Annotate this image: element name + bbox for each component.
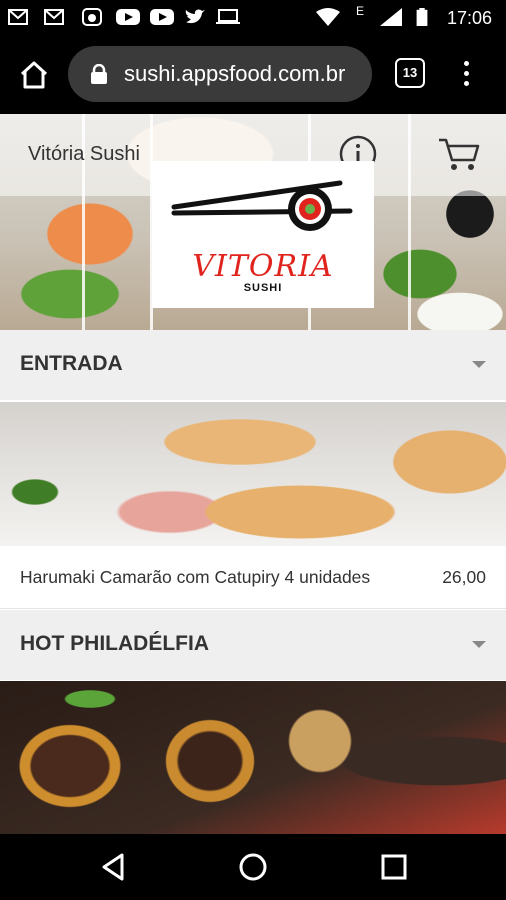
recents-icon[interactable]	[378, 851, 410, 883]
battery-icon	[416, 8, 428, 26]
category-header-entrada[interactable]: ENTRADA	[0, 330, 506, 400]
gmail-icon	[44, 9, 64, 25]
home-nav-icon[interactable]	[237, 851, 269, 883]
tab-switcher-button[interactable]: 13	[395, 58, 425, 88]
laptop-icon	[216, 9, 240, 24]
system-navigation-bar	[0, 834, 506, 900]
lock-icon	[91, 64, 107, 84]
store-name: Vitória Sushi	[28, 143, 140, 165]
twitter-icon	[185, 9, 205, 24]
category-title: ENTRADA	[20, 352, 123, 375]
signal-icon	[380, 8, 402, 26]
product-name: Harumaki Camarão com Catupiry 4 unidades	[20, 567, 371, 587]
chopsticks-sushi-logo-icon	[171, 180, 353, 231]
category-header-hot-philadelfia[interactable]: HOT PHILADÉLFIA	[0, 610, 506, 680]
youtube-icon	[116, 9, 140, 25]
product-price: 26,00	[442, 567, 486, 587]
logo-text: VITORIA	[192, 249, 334, 284]
product-item[interactable]: Harumaki Camarão com Catupiry 4 unidades…	[0, 546, 506, 609]
status-bar: E 17:06	[0, 0, 506, 36]
store-logo: VITORIA SUSHI	[152, 161, 374, 308]
wifi-icon	[316, 8, 340, 26]
back-icon[interactable]	[98, 851, 130, 883]
cart-icon[interactable]	[436, 134, 480, 174]
network-type: E	[356, 4, 365, 18]
youtube-icon	[150, 9, 174, 25]
hero-banner: Vitória Sushi VITORIA SUSHI	[0, 114, 506, 330]
logo-subtext: SUSHI	[243, 282, 283, 294]
photo-icon	[82, 8, 102, 26]
chevron-down-icon	[472, 641, 486, 648]
home-icon[interactable]	[14, 56, 54, 94]
url-text: sushi.appsfood.com.br	[124, 61, 346, 86]
product-image[interactable]	[0, 402, 506, 546]
overflow-menu-icon[interactable]	[456, 58, 476, 92]
product-image[interactable]	[0, 681, 506, 834]
browser-toolbar: sushi.appsfood.com.br 13	[0, 36, 506, 114]
page-content: Vitória Sushi VITORIA SUSHI ENTRADA Haru…	[0, 114, 506, 834]
divider	[408, 114, 411, 330]
category-title: HOT PHILADÉLFIA	[20, 632, 209, 655]
clock: 17:06	[446, 8, 492, 28]
chevron-down-icon	[472, 361, 486, 368]
gmail-icon	[8, 9, 28, 25]
address-bar[interactable]: sushi.appsfood.com.br	[68, 46, 372, 102]
